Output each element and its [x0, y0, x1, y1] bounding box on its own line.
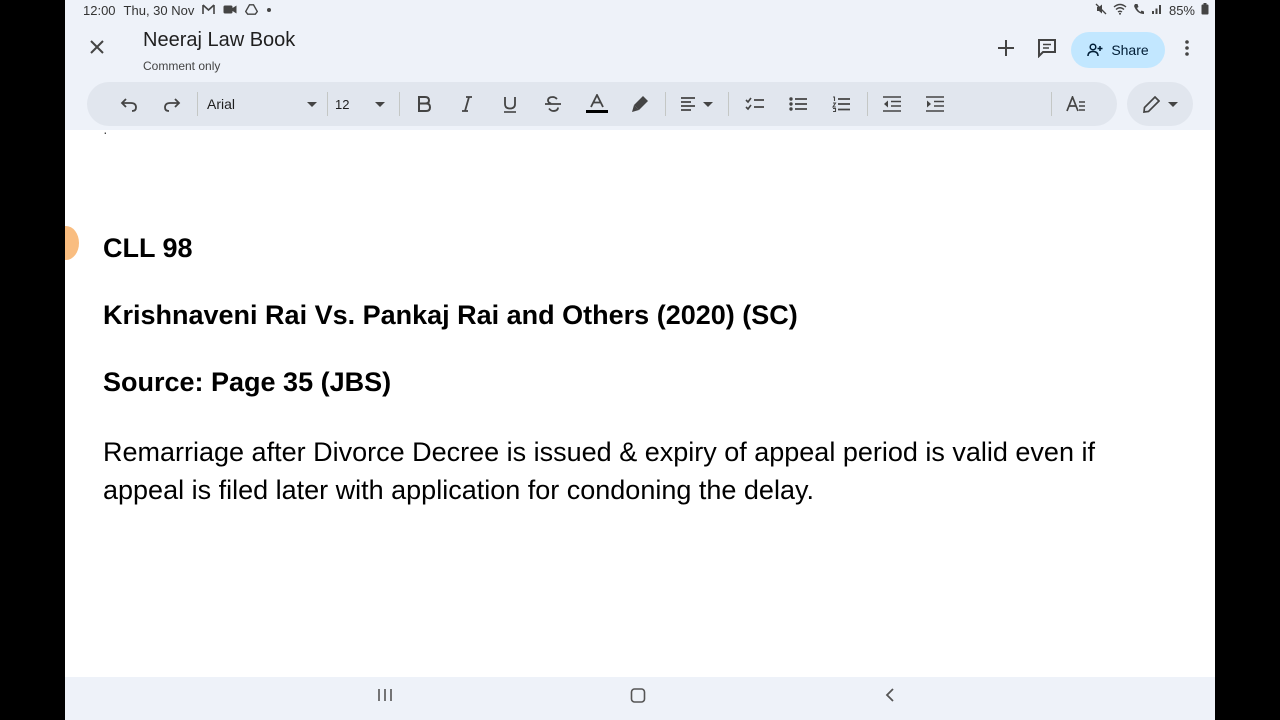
strikethrough-icon: [545, 96, 561, 112]
font-family-select[interactable]: Arial: [207, 82, 317, 126]
pencil-icon: [1142, 95, 1160, 113]
font-size-value: 12: [335, 96, 350, 112]
signal-icon: [1151, 3, 1163, 18]
text-format-button[interactable]: [1062, 82, 1090, 126]
font-size-select[interactable]: 12: [335, 82, 385, 126]
status-right: 85%: [1095, 3, 1209, 18]
undo-icon: [120, 98, 137, 112]
increase-indent-icon: [926, 96, 944, 112]
redo-icon: [164, 98, 181, 112]
chevron-down-icon: [307, 101, 317, 107]
dot-icon: [266, 4, 272, 18]
case-title: Krishnaveni Rai Vs. Pankaj Rai and Other…: [103, 300, 798, 330]
italic-icon: [462, 96, 472, 112]
document-title[interactable]: Neeraj Law Book: [143, 29, 295, 52]
back-button[interactable]: [884, 687, 896, 708]
toolbar-divider: [665, 92, 666, 116]
wifi-icon: [1113, 3, 1127, 18]
touch-indicator: [65, 226, 79, 260]
chevron-down-icon: [1167, 101, 1178, 107]
access-mode: Comment only: [143, 59, 221, 73]
toolbar-divider: [327, 92, 328, 116]
checklist-button[interactable]: [741, 82, 769, 126]
bold-icon: [418, 96, 431, 112]
text-color-icon: [586, 94, 608, 113]
italic-button[interactable]: [454, 82, 480, 126]
meet-icon: [223, 4, 237, 18]
bulleted-list-icon: [789, 97, 807, 111]
toolbar-divider: [399, 92, 400, 116]
share-label: Share: [1111, 42, 1149, 58]
recent-apps-button[interactable]: [377, 687, 393, 708]
checklist-icon: [745, 97, 764, 111]
battery-percent: 85%: [1168, 3, 1195, 18]
tablet-screen: 12:00 Thu, 30 Nov 85% Neeraj Law Book Co…: [65, 0, 1215, 720]
gmail-icon: [202, 3, 216, 18]
plus-icon: [998, 40, 1014, 56]
back-chevron-icon: [885, 688, 894, 702]
highlight-button[interactable]: [626, 82, 654, 126]
status-date: Thu, 30 Nov: [123, 3, 195, 18]
underline-button[interactable]: [497, 82, 523, 126]
align-button[interactable]: [679, 82, 715, 126]
bulleted-list-button[interactable]: [784, 82, 812, 126]
redo-button[interactable]: [158, 82, 186, 126]
highlighter-icon: [632, 96, 648, 112]
cursor-mark: ·: [103, 124, 108, 140]
close-button[interactable]: [85, 36, 109, 60]
toolbar-divider: [728, 92, 729, 116]
toolbar-divider: [1051, 92, 1052, 116]
status-bar: 12:00 Thu, 30 Nov 85%: [65, 0, 1215, 22]
strikethrough-button[interactable]: [540, 82, 566, 126]
drive-icon: [245, 3, 259, 18]
bold-button[interactable]: [411, 82, 437, 126]
app-header: Neeraj Law Book Comment only Share: [65, 22, 1215, 80]
font-family-value: Arial: [207, 96, 236, 112]
toolbar-divider: [867, 92, 868, 116]
system-nav-bar: [65, 677, 1215, 720]
formatting-toolbar: Arial 12: [87, 82, 1117, 126]
source-line: Source: Page 35 (JBS): [103, 367, 392, 397]
more-options-button[interactable]: [1177, 36, 1197, 64]
top-bar: 12:00 Thu, 30 Nov 85% Neeraj Law Book Co…: [65, 0, 1215, 130]
underline-icon: [504, 96, 516, 113]
decrease-indent-button[interactable]: [878, 82, 906, 126]
home-button[interactable]: [630, 687, 646, 708]
numbered-list-button[interactable]: [827, 82, 855, 126]
add-person-icon: [1087, 43, 1103, 57]
numbered-list-icon: [832, 96, 850, 112]
align-left-icon: [681, 97, 695, 111]
status-time: 12:00: [83, 3, 116, 18]
document-body[interactable]: · CLL 98 Krishnaveni Rai Vs. Pankaj Rai …: [65, 124, 1215, 677]
editing-mode-button[interactable]: [1127, 82, 1193, 126]
call-icon: [1133, 3, 1145, 18]
mute-icon: [1095, 3, 1107, 18]
home-icon: [630, 688, 646, 703]
undo-button[interactable]: [115, 82, 143, 126]
document-heading: CLL 98: [103, 233, 193, 263]
text-color-button[interactable]: [583, 82, 611, 126]
text-format-icon: [1066, 96, 1085, 112]
more-vert-icon: [1185, 40, 1189, 56]
comment-button[interactable]: [1037, 38, 1059, 59]
case-summary-paragraph: Remarriage after Divorce Decree is issue…: [103, 437, 1095, 505]
share-button[interactable]: Share: [1071, 32, 1165, 68]
battery-icon: [1201, 3, 1209, 18]
increase-indent-button[interactable]: [921, 82, 949, 126]
close-icon: [90, 40, 104, 54]
add-button[interactable]: [993, 36, 1019, 62]
comment-icon: [1038, 39, 1056, 59]
recent-apps-icon: [378, 689, 392, 701]
decrease-indent-icon: [883, 96, 901, 112]
chevron-down-icon: [375, 101, 385, 107]
toolbar-divider: [197, 92, 198, 116]
status-left: 12:00 Thu, 30 Nov: [83, 3, 272, 18]
chevron-down-icon: [703, 101, 713, 107]
